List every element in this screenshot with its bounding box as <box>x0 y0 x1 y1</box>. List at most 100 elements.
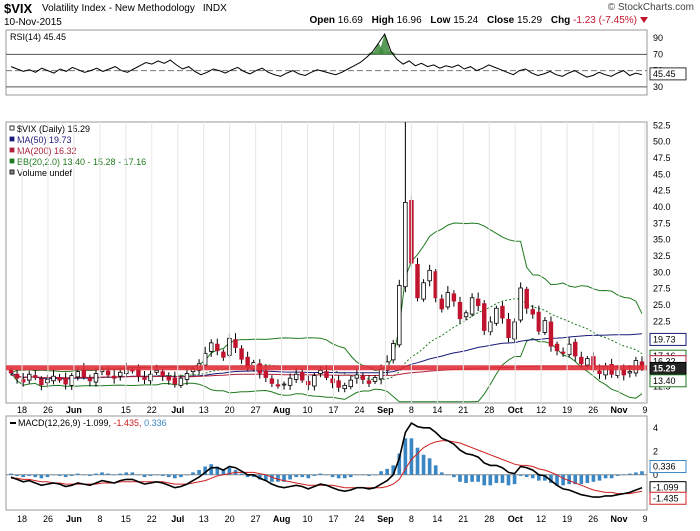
candle-body <box>573 341 578 357</box>
macd-histogram-bar <box>348 474 353 478</box>
macd-histogram-bar <box>512 474 517 485</box>
price-legend-ma200-swatch <box>9 147 15 153</box>
candle-body <box>530 309 535 315</box>
macd-histogram-bar <box>124 472 129 475</box>
macd-histogram-bar <box>185 474 189 476</box>
macd-histogram-bar <box>621 474 626 476</box>
macd-histogram-bar <box>57 474 62 476</box>
macd-histogram-bar <box>33 474 38 478</box>
price-tick-30.0: 30.0 <box>653 267 671 277</box>
macd-histogram-bar <box>173 474 177 479</box>
macd-histogram-bar <box>276 474 280 482</box>
macd-histogram-bar <box>603 474 608 479</box>
macd-histogram-bar <box>294 474 298 478</box>
date-label-bottom: 20 <box>225 514 235 524</box>
macd-histogram-bar <box>270 474 274 482</box>
candle-body <box>469 297 475 315</box>
candle-body <box>439 298 444 310</box>
macd-histogram-bar <box>524 474 529 478</box>
chart-root: $VIX Volatility Index - New Methodology I… <box>0 0 700 531</box>
candle-body <box>336 380 341 388</box>
date-label-top: Sep <box>377 405 394 415</box>
date-label-top: 12 <box>536 405 546 415</box>
macd-histogram-bar <box>106 473 110 475</box>
candle-body <box>45 379 50 384</box>
candle-body <box>500 305 505 319</box>
date-label-top: Aug <box>273 405 291 415</box>
macd-histogram-bar <box>561 474 565 486</box>
candle-body <box>627 371 633 374</box>
candle-body <box>391 343 396 361</box>
macd-histogram-bar <box>191 472 195 475</box>
macd-histogram-bar <box>476 474 480 482</box>
macd-histogram-bar <box>9 473 13 475</box>
date-label-bottom: 26 <box>43 514 53 524</box>
ma50-value-label: 19.73 <box>653 334 676 344</box>
rsi-frame <box>5 29 648 96</box>
macd-histogram-bar <box>82 474 86 476</box>
price-tick-27.5: 27.5 <box>653 284 671 294</box>
macd-histogram-bar <box>379 471 383 475</box>
candle-body <box>275 384 281 387</box>
candle-body <box>512 321 517 340</box>
candle-body <box>39 378 44 386</box>
macd-histogram-bar <box>45 474 50 478</box>
macd-histogram-bar <box>300 474 305 478</box>
date-label-top: 20 <box>225 405 235 415</box>
date-label-top: 17 <box>328 405 338 415</box>
macd-histogram-bar <box>470 474 474 482</box>
date-label-bottom: 8 <box>97 514 102 524</box>
macd-legend-hist: 0.336 <box>144 418 167 428</box>
candle-body <box>233 339 238 348</box>
rsi-value-label: 45.45 <box>653 69 676 79</box>
candle-body <box>57 377 62 381</box>
macd-histogram-bar <box>373 474 377 476</box>
date-label-top: 8 <box>97 405 102 415</box>
macd-histogram-bar <box>446 474 450 476</box>
date-label-bottom: Nov <box>611 514 628 524</box>
candle-body <box>287 377 293 386</box>
candle-body <box>342 384 347 390</box>
date-label-bottom: 14 <box>432 514 442 524</box>
macd-histogram-bar <box>69 474 74 476</box>
candle-body <box>269 378 275 384</box>
date-label-bottom: 26 <box>588 514 598 524</box>
candle-body <box>372 377 378 382</box>
macd-histogram-bar <box>597 474 602 481</box>
macd-histogram-bar <box>330 474 335 478</box>
candle-body <box>518 287 523 321</box>
candle-body <box>542 320 548 333</box>
price-legend-main: $VIX (Daily) 15.29 <box>17 124 90 134</box>
date-label-top: 19 <box>562 405 572 415</box>
macd-histogram-bar <box>433 465 438 475</box>
price-tick-47.5: 47.5 <box>653 153 671 163</box>
date-label-bottom: Jul <box>171 514 184 524</box>
chart-svg: 9070503045.45RSI(14) 45.4552.550.047.545… <box>5 29 687 524</box>
date-label-bottom: 28 <box>484 514 494 524</box>
candle-body <box>160 371 165 376</box>
price-legend-ma50-swatch <box>9 136 15 142</box>
date-label-bottom: 27 <box>251 514 261 524</box>
candle-body <box>579 356 584 365</box>
macd-histogram-bar <box>458 474 462 482</box>
candle-body <box>293 373 299 380</box>
candle-body <box>33 375 38 378</box>
candle-body <box>427 269 432 282</box>
macd-histogram-bar <box>361 474 365 476</box>
rsi-tick-90: 90 <box>653 33 663 43</box>
macd-histogram-bar <box>506 474 511 486</box>
candle-body <box>451 293 457 302</box>
macd-histogram-bar <box>154 474 159 476</box>
macd-tick-2: 2 <box>653 446 658 456</box>
price-tick-22.5: 22.5 <box>653 316 671 326</box>
candle-body <box>263 370 269 378</box>
macd-histogram-bar <box>628 473 632 475</box>
macd-histogram-bar <box>239 473 244 475</box>
macd-value-label: -1.099 <box>653 483 679 493</box>
candle-body <box>93 373 99 383</box>
date-label-bottom: 12 <box>536 514 546 524</box>
candle-body <box>360 375 366 380</box>
macd-histogram-bar <box>367 474 371 476</box>
date-label-top: 8 <box>409 405 414 415</box>
rsi-tick-70: 70 <box>653 49 663 59</box>
